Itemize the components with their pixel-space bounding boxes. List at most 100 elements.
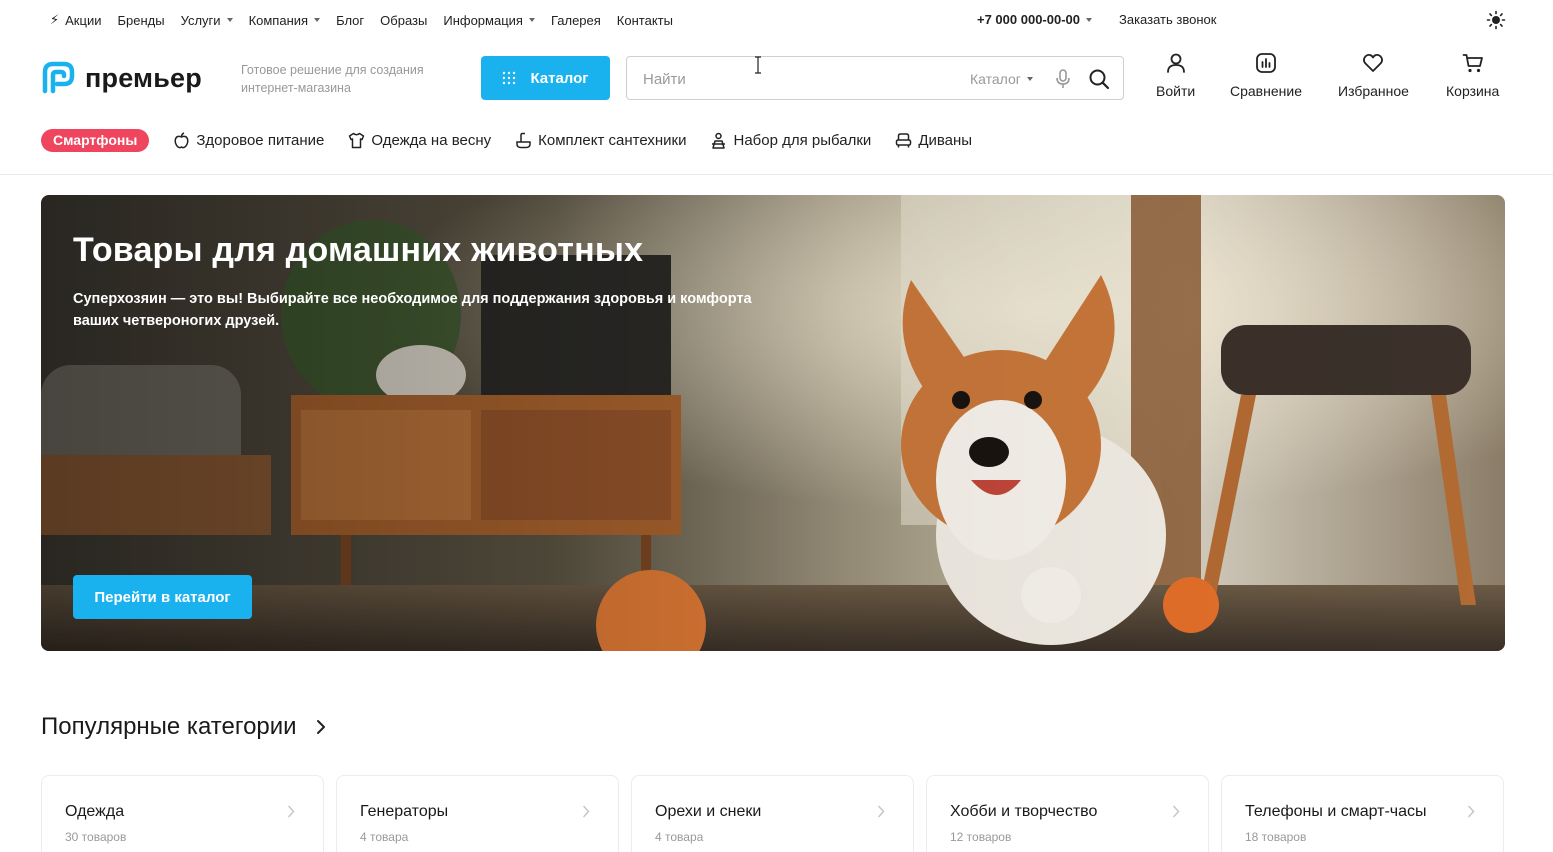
tshirt-icon: [349, 132, 365, 149]
category-cards: Одежда 30 товаров Генераторы 4 товара Ор…: [41, 775, 1504, 852]
quick-link-label: Одежда на весну: [371, 132, 492, 149]
text-cursor-icon: [755, 56, 761, 74]
quick-link-healthy-food[interactable]: Здоровое питание: [173, 132, 324, 149]
topnav-item-contacts[interactable]: Контакты: [617, 13, 673, 28]
topnav-label: Блог: [336, 12, 365, 28]
category-card[interactable]: Одежда 30 товаров: [41, 775, 324, 852]
search-scope-label: Каталог: [970, 71, 1021, 87]
login-button[interactable]: Войти: [1156, 52, 1195, 99]
user-icon: [1166, 53, 1185, 73]
top-nav: ⚡︎ Акции Бренды Услуги Компания Блог Обр…: [50, 12, 689, 28]
topnav-item-promo[interactable]: ⚡︎ Акции: [50, 12, 101, 28]
cart-label: Корзина: [1446, 83, 1500, 99]
compare-button[interactable]: Сравнение: [1230, 52, 1302, 99]
login-label: Войти: [1156, 83, 1196, 99]
apple-icon: [174, 132, 189, 149]
topnav-item-brands[interactable]: Бренды: [117, 13, 164, 28]
topnav-label: Услуги: [180, 12, 221, 28]
category-name: Одежда: [65, 803, 125, 820]
topnav-label: Компания: [248, 12, 309, 28]
quick-link-label: Диваны: [918, 132, 973, 149]
category-count: 30 товаров: [65, 830, 127, 844]
category-name: Телефоны и смарт-часы: [1245, 803, 1427, 820]
chevron-right-icon: [583, 805, 590, 818]
quick-link-plumbing[interactable]: Комплект сантехники: [515, 132, 686, 149]
site-logo[interactable]: премьер: [40, 60, 202, 96]
popular-categories-heading: Популярные категории: [41, 713, 327, 741]
caret-down-icon: [1026, 77, 1033, 81]
quick-links: Смартфоны Здоровое питание Одежда на вес…: [41, 129, 996, 152]
tagline: Готовое решение для создания интернет-ма…: [241, 63, 424, 95]
hero-description: Суперхозяин — это вы! Выбирайте все необ…: [73, 291, 752, 329]
hero-title: Товары для домашних животных: [73, 231, 644, 269]
category-card[interactable]: Генераторы 4 товара: [336, 775, 619, 852]
chevron-right-icon: [1468, 805, 1475, 818]
topnav-label: Галерея: [550, 12, 601, 28]
category-card[interactable]: Хобби и творчество 12 товаров: [926, 775, 1209, 852]
topnav-label: Образы: [380, 12, 428, 28]
search-bar: Каталог: [626, 56, 1124, 100]
hero-banner: Товары для домашних животных Суперхозяин…: [41, 195, 1505, 651]
cart-button[interactable]: Корзина: [1446, 52, 1499, 99]
search-input[interactable]: [643, 68, 943, 90]
quick-link-label: Здоровое питание: [196, 132, 325, 149]
topnav-item-gallery[interactable]: Галерея: [551, 13, 601, 28]
badge-smartphones[interactable]: Смартфоны: [41, 129, 150, 152]
sofa-icon: [896, 133, 912, 148]
favorites-button[interactable]: Избранное: [1338, 52, 1409, 99]
topnav-item-info[interactable]: Информация: [443, 13, 535, 28]
chevron-right-icon: [288, 805, 295, 818]
header-divider: [0, 174, 1553, 175]
compare-label: Сравнение: [1230, 83, 1302, 99]
caret-down-icon: [1086, 17, 1093, 22]
topnav-item-services[interactable]: Услуги: [181, 13, 233, 28]
favorites-label: Избранное: [1338, 83, 1409, 99]
topnav-item-looks[interactable]: Образы: [380, 13, 427, 28]
quick-link-sofas[interactable]: Диваны: [895, 132, 972, 149]
chevron-right-icon[interactable]: [315, 719, 327, 735]
grid-dots-icon: [503, 71, 516, 85]
topnav-label: Акции: [65, 12, 102, 28]
logo-mark-icon: [42, 61, 75, 94]
chevron-right-icon: [1173, 805, 1180, 818]
sun-icon[interactable]: [1486, 10, 1506, 30]
top-bar: ⚡︎ Акции Бренды Услуги Компания Блог Обр…: [0, 0, 1553, 40]
quick-link-spring-clothes[interactable]: Одежда на весну: [348, 132, 491, 149]
catalog-button-label: Каталог: [530, 69, 589, 87]
phone-number: +7 000 000-00-00: [977, 12, 1081, 27]
category-name: Орехи и снеки: [655, 803, 762, 820]
compare-chart-icon: [1256, 53, 1276, 73]
category-name: Хобби и творчество: [950, 803, 1098, 820]
catalog-button[interactable]: Каталог: [481, 56, 610, 100]
topnav-label: Бренды: [117, 12, 165, 28]
category-count: 4 товара: [360, 830, 409, 844]
callback-link[interactable]: Заказать звонок: [1119, 12, 1216, 27]
category-count: 12 товаров: [950, 830, 1012, 844]
caret-down-icon: [226, 18, 233, 22]
logo-text: премьер: [85, 62, 202, 93]
caret-down-icon: [528, 18, 535, 22]
fisherman-icon: [712, 132, 726, 149]
topnav-item-blog[interactable]: Блог: [336, 13, 364, 28]
category-card[interactable]: Орехи и снеки 4 товара: [631, 775, 914, 852]
topnav-item-company[interactable]: Компания: [249, 13, 321, 28]
faucet-icon: [516, 132, 531, 149]
quick-link-label: Набор для рыбалки: [733, 132, 872, 149]
topnav-label: Информация: [443, 12, 523, 28]
category-card[interactable]: Телефоны и смарт-часы 18 товаров: [1221, 775, 1504, 852]
topnav-label: Контакты: [616, 12, 673, 28]
quick-link-fishing[interactable]: Набор для рыбалки: [710, 132, 871, 149]
search-scope-select[interactable]: Каталог: [970, 71, 1033, 87]
heart-icon: [1363, 53, 1384, 72]
caret-down-icon: [314, 18, 321, 22]
category-count: 4 товара: [655, 830, 704, 844]
go-to-catalog-button[interactable]: Перейти в каталог: [73, 575, 252, 619]
bolt-icon: ⚡︎: [50, 12, 60, 27]
chevron-right-icon: [878, 805, 885, 818]
search-icon[interactable]: [1088, 68, 1110, 90]
phone-dropdown[interactable]: +7 000 000-00-00: [977, 12, 1093, 27]
cart-icon: [1462, 54, 1483, 73]
category-name: Генераторы: [360, 803, 449, 820]
microphone-icon[interactable]: [1054, 69, 1072, 89]
quick-link-label: Комплект сантехники: [538, 132, 687, 149]
